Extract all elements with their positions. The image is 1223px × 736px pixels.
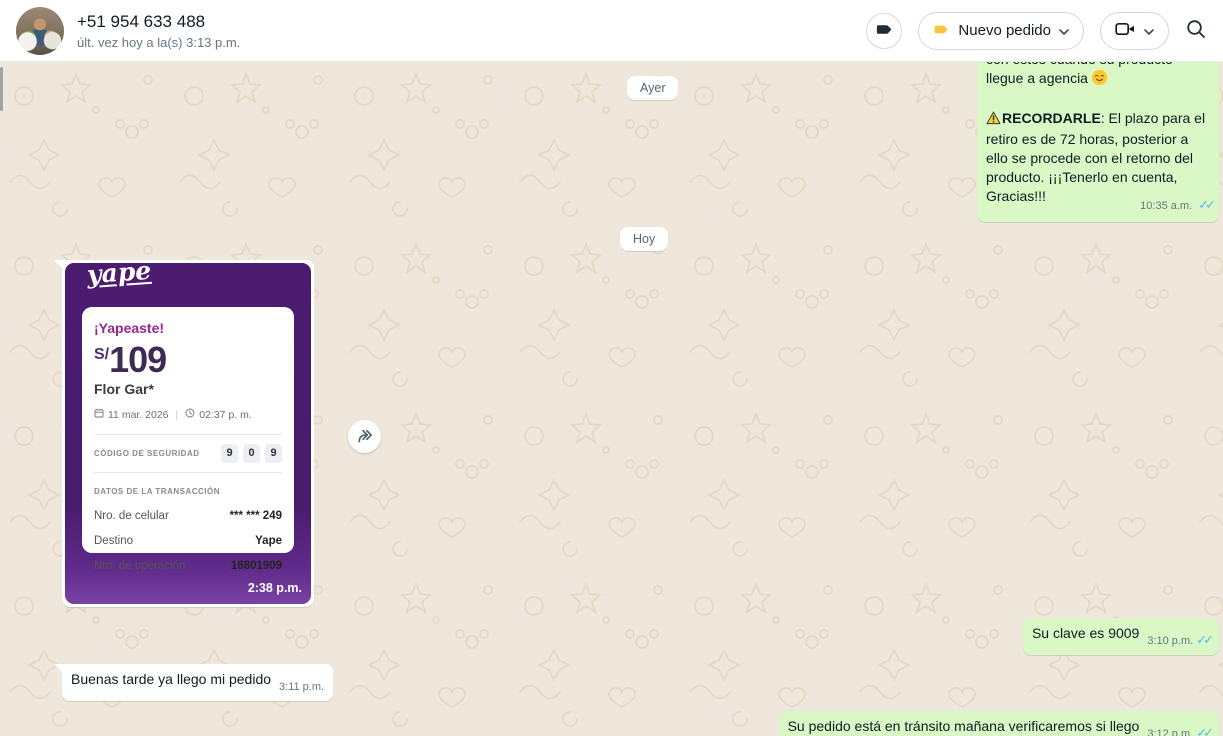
code-digit: 9 [265,444,282,463]
transaction-section-label: DATOS DE LA TRANSACCIÓN [94,482,282,501]
double-check-icon: ✓✓ [1196,725,1210,736]
row-label: Nro. de operación [94,557,185,576]
header-actions: Nuevo pedido [866,12,1207,50]
whatsapp-chat-window: +51 954 633 488 últ. vez hoy a la(s) 3:1… [0,0,1223,736]
order-status-dropdown[interactable]: Nuevo pedido [918,12,1084,50]
message-text: Buenas tarde ya llego mi pedido [71,671,271,687]
double-check-icon: ✓✓ [1196,632,1210,647]
bubble-tail [54,664,67,677]
currency-symbol: S/ [94,346,109,363]
warning-icon [986,112,1001,128]
chat-header: +51 954 633 488 últ. vez hoy a la(s) 3:1… [0,0,1223,62]
contact-avatar[interactable] [16,7,64,55]
row-label: Destino [94,532,133,551]
double-check-icon: ✓✓ [1198,197,1212,212]
code-digit: 0 [243,444,260,463]
chevron-down-icon [1144,23,1154,38]
receipt-datetime: 11 mar. 2026 | 02:37 p. m. [94,406,282,425]
video-call-icon [1115,20,1136,41]
label-filter-button[interactable] [866,13,902,49]
forward-message-button[interactable] [348,420,381,453]
message-text: Su clave es 9009 [1032,625,1139,641]
message-bubble-arrival[interactable]: Buenas tarde ya llego mi pedido 3:11 p.m. [62,664,333,701]
receipt-title: ¡Yapeaste! [94,319,282,338]
message-meta: 10:35 a.m. ✓✓ [1140,195,1212,216]
date-separator-today: Hoy [620,227,668,251]
message-time: 10:35 a.m. [1140,200,1192,212]
message-time: 3:10 p.m. [1147,635,1193,647]
message-time: 3:11 p.m. [279,681,324,693]
row-label: Nro. de celular [94,507,169,526]
message-meta: 3:11 p.m. [279,678,324,697]
yape-logo: yape [86,263,151,284]
row-value: *** *** 249 [230,507,282,526]
message-bubble-reminder[interactable]: con estos cuando su producto llegue a ag… [977,62,1219,222]
message-time: 2:38 p.m. [248,579,302,598]
message-meta: 3:10 p.m.✓✓ [1147,630,1210,651]
tag-icon [875,20,894,42]
row-value: Yape [255,532,282,551]
last-seen-status: últ. vez hoy a la(s) 3:13 p.m. [77,35,240,50]
payee-name: Flor Gar* [94,380,282,399]
code-digit: 9 [221,444,238,463]
video-call-dropdown[interactable] [1100,12,1169,50]
message-text-warning: RECORDARLE: El plazo para el retiro es d… [986,109,1210,206]
hug-emoji-icon [1091,73,1108,89]
message-bubble-yape-receipt[interactable]: yape ¡Yapeaste! S/109 Flor Gar* 11 mar. … [62,260,314,607]
receipt-amount: S/109 [94,345,282,377]
divider [94,434,282,435]
calendar-icon [94,406,104,425]
receipt-time: 02:37 p. m. [199,406,252,425]
forward-icon [355,427,374,446]
separator: | [176,406,179,425]
message-bubble-key[interactable]: Su clave es 9009 3:10 p.m.✓✓ [1023,618,1219,655]
yape-receipt-image[interactable]: yape ¡Yapeaste! S/109 Flor Gar* 11 mar. … [65,263,311,604]
transaction-row: Nro. de operación 16801909 [94,557,282,576]
yape-receipt-card: ¡Yapeaste! S/109 Flor Gar* 11 mar. 2026 … [82,307,294,553]
order-tag-icon [933,21,950,41]
date-separator-yesterday: Ayer [627,76,678,100]
security-code-label: CÓDIGO DE SEGURIDAD [94,444,200,463]
contact-info[interactable]: +51 954 633 488 últ. vez hoy a la(s) 3:1… [77,12,240,50]
message-meta: 3:12 p.m.✓✓ [1147,723,1210,736]
divider [94,472,282,473]
message-bubble-transit[interactable]: Su pedido está en tránsito mañana verifi… [779,711,1219,736]
amount-value: 109 [109,339,166,380]
contact-name: +51 954 633 488 [77,12,240,32]
transaction-row: Destino Yape [94,532,282,551]
chevron-down-icon [1059,23,1069,38]
clock-icon [185,406,195,425]
transaction-row: Nro. de celular *** *** 249 [94,507,282,526]
row-value: 16801909 [231,557,282,576]
security-code-row: CÓDIGO DE SEGURIDAD 9 0 9 [94,444,282,463]
receipt-date: 11 mar. 2026 [108,406,169,425]
order-status-label: Nuevo pedido [958,22,1051,39]
message-text: Su pedido está en tránsito mañana verifi… [788,718,1140,734]
search-icon [1185,18,1207,43]
message-list: Ayer Hoy con estos cuando su producto ll… [0,62,1223,736]
message-text: con estos cuando su producto llegue a ag… [986,62,1210,91]
security-code-digits: 9 0 9 [221,444,282,463]
search-button[interactable] [1185,18,1207,43]
message-time: 3:12 p.m. [1147,728,1193,736]
scrollbar-thumb[interactable] [0,67,3,111]
